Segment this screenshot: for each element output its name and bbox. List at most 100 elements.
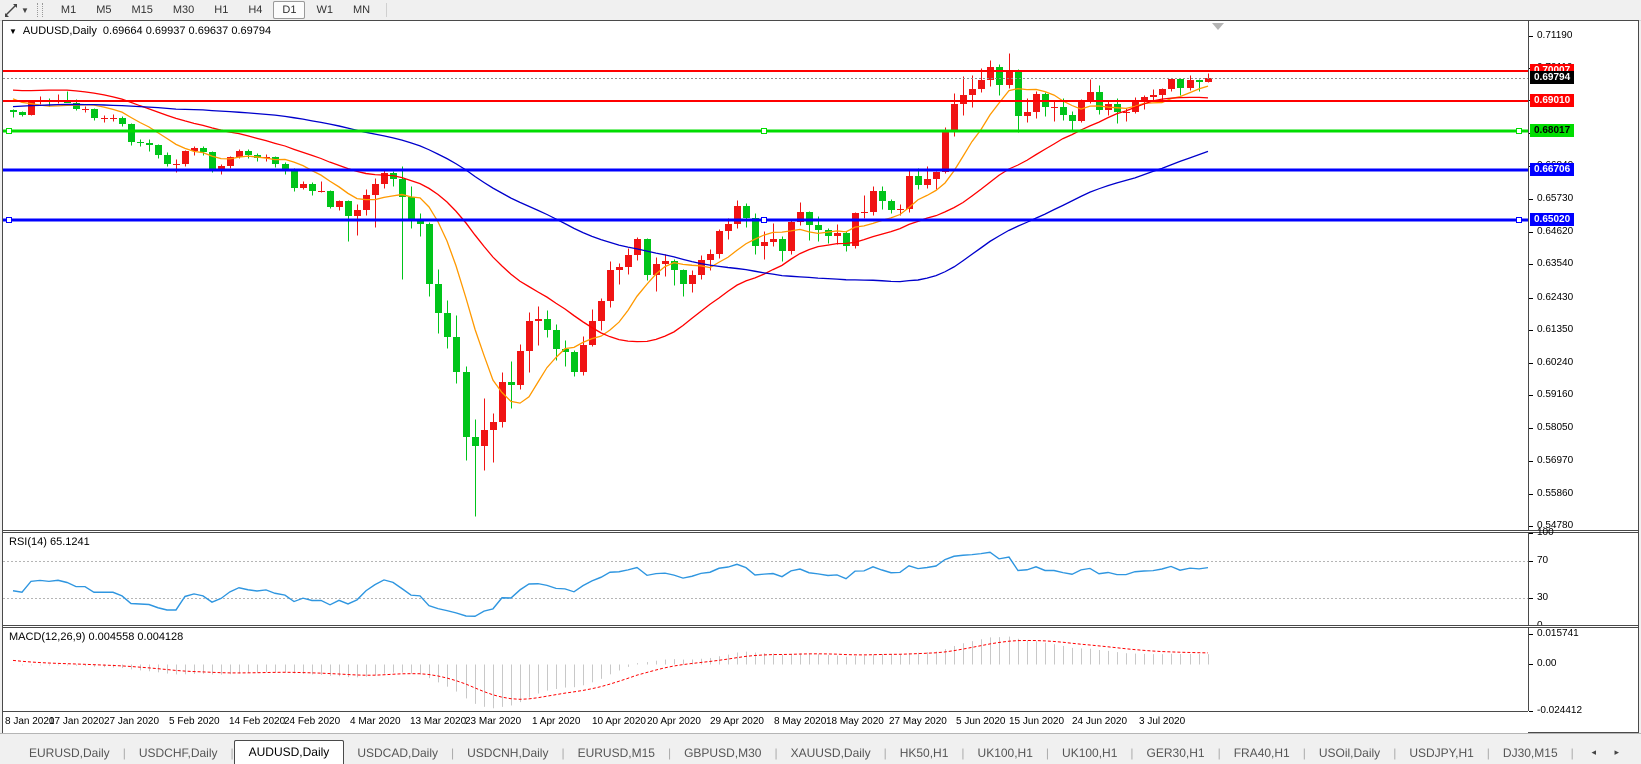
chart-tab-usdchf-daily[interactable]: USDCHF,Daily <box>126 742 231 764</box>
chart-tab-bar: EURUSD,Daily|USDCHF,Daily|AUDUSD,DailyUS… <box>0 733 1641 764</box>
date-tick-label: 23 Mar 2020 <box>465 716 521 727</box>
timeframe-button-h4[interactable]: H4 <box>239 1 271 19</box>
axis-tick-mark <box>1529 298 1533 299</box>
toolbar-grip[interactable] <box>37 3 43 17</box>
axis-tick-mark <box>1529 461 1533 462</box>
chart-ohlc-values: 0.69664 0.69937 0.69637 0.69794 <box>103 25 271 37</box>
timeframe-toolbar: ▼ M1M5M15M30H1H4D1W1MN <box>0 0 1641 21</box>
timeframe-button-m15[interactable]: M15 <box>122 1 161 19</box>
timeframe-button-m1[interactable]: M1 <box>52 1 85 19</box>
date-tick-label: 24 Feb 2020 <box>284 716 340 727</box>
price-tick-label: 0.63540 <box>1537 258 1573 269</box>
axis-tick-mark <box>1529 494 1533 495</box>
date-tick-label: 8 Jan 2020 <box>5 716 55 727</box>
date-tick-label: 27 May 2020 <box>889 716 947 727</box>
chart-tab-gbpusd-m30[interactable]: GBPUSD,M30 <box>671 742 774 764</box>
date-tick-label: 8 May 2020 <box>774 716 826 727</box>
macd-panel-chart[interactable] <box>3 628 1528 711</box>
chart-tab-uk100-h1[interactable]: UK100,H1 <box>1049 742 1130 764</box>
axis-tick-mark <box>1529 561 1533 562</box>
timeframe-button-w1[interactable]: W1 <box>307 1 342 19</box>
price-tick-label: 0.58050 <box>1537 422 1573 433</box>
date-tick-label: 27 Jan 2020 <box>104 716 159 727</box>
chart-tab-usdcnh-daily[interactable]: USDCNH,Daily <box>454 742 561 764</box>
axis-tick-mark <box>1529 634 1533 635</box>
price-tick-label: 0.64620 <box>1537 226 1573 237</box>
price-tick-label: 0.61350 <box>1537 324 1573 335</box>
axis-tick-mark <box>1529 363 1533 364</box>
date-tick-label: 18 May 2020 <box>826 716 884 727</box>
price-tick-label: 0.62430 <box>1537 292 1573 303</box>
rsi-tick-label: 30 <box>1537 592 1548 603</box>
price-badge-0.68017: 0.68017 <box>1530 124 1574 137</box>
axis-tick-mark <box>1529 199 1533 200</box>
timeframe-button-m5[interactable]: M5 <box>87 1 120 19</box>
macd-axis[interactable]: 0.0157410.00-0.024412 <box>1528 628 1639 711</box>
price-tick-label: 0.65730 <box>1537 193 1573 204</box>
chart-shift-marker[interactable] <box>1212 23 1224 30</box>
date-tick-label: 10 Apr 2020 <box>592 716 646 727</box>
rsi-tick-label: 70 <box>1537 555 1548 566</box>
price-badge-0.69010: 0.69010 <box>1530 94 1574 107</box>
rsi-axis[interactable]: 10070300 <box>1528 533 1639 625</box>
axis-tick-mark <box>1529 711 1533 712</box>
date-tick-label: 24 Jun 2020 <box>1072 716 1127 727</box>
price-badge-0.66706: 0.66706 <box>1530 163 1574 176</box>
tab-scroll-arrows[interactable]: ◂ ▸ <box>1591 747 1627 764</box>
crosshair-tool-icon[interactable] <box>3 3 20 18</box>
date-tick-label: 14 Feb 2020 <box>229 716 285 727</box>
price-tick-label: 0.60240 <box>1537 357 1573 368</box>
rsi-indicator-label: RSI(14) 65.1241 <box>9 536 90 548</box>
tool-dropdown-caret-icon[interactable]: ▼ <box>21 6 29 15</box>
price-tick-label: 0.55860 <box>1537 488 1573 499</box>
macd-tick-label: 0.00 <box>1537 658 1556 669</box>
axis-tick-mark <box>1529 598 1533 599</box>
chart-window: ▼ AUDUSD,Daily 0.69664 0.69937 0.69637 0… <box>2 20 1639 733</box>
date-tick-label: 29 Apr 2020 <box>710 716 764 727</box>
chart-symbol-label: AUDUSD,Daily <box>23 25 97 37</box>
chart-tab-dj30-m15[interactable]: DJ30,M15 <box>1490 742 1571 764</box>
macd-tick-label: -0.024412 <box>1537 705 1582 716</box>
timeframe-button-mn[interactable]: MN <box>344 1 379 19</box>
timeframe-button-h1[interactable]: H1 <box>205 1 237 19</box>
chart-tab-ger30-h1[interactable]: GER30,H1 <box>1134 742 1218 764</box>
chart-tab-usdjpy-h1[interactable]: USDJPY,H1 <box>1396 742 1486 764</box>
axis-tick-mark <box>1529 664 1533 665</box>
price-tick-label: 0.71190 <box>1537 30 1572 41</box>
date-tick-label: 13 Mar 2020 <box>410 716 466 727</box>
price-badge-0.69794: 0.69794 <box>1530 71 1574 84</box>
axis-tick-mark <box>1529 526 1533 527</box>
timeframe-button-d1[interactable]: D1 <box>273 1 305 19</box>
date-tick-label: 3 Jul 2020 <box>1139 716 1185 727</box>
axis-tick-mark <box>1529 533 1533 534</box>
date-tick-label: 4 Mar 2020 <box>350 716 401 727</box>
chart-tab-xauusd-daily[interactable]: XAUUSD,Daily <box>778 742 884 764</box>
chart-title: ▼ AUDUSD,Daily 0.69664 0.69937 0.69637 0… <box>9 25 271 37</box>
date-tick-label: 17 Jan 2020 <box>49 716 104 727</box>
chart-tab-usoil-daily[interactable]: USOil,Daily <box>1306 742 1393 764</box>
collapse-caret-icon[interactable]: ▼ <box>9 27 17 36</box>
axis-tick-mark <box>1529 395 1533 396</box>
rsi-tick-label: 100 <box>1537 527 1554 538</box>
rsi-panel-chart[interactable] <box>3 533 1528 625</box>
date-tick-label: 20 Apr 2020 <box>647 716 701 727</box>
chart-tab-fra40-h1[interactable]: FRA40,H1 <box>1221 742 1303 764</box>
tab-separator: | <box>1571 746 1574 764</box>
date-tick-label: 5 Feb 2020 <box>169 716 220 727</box>
date-tick-label: 1 Apr 2020 <box>532 716 580 727</box>
date-axis[interactable]: 8 Jan 202017 Jan 202027 Jan 2020 5 Feb 20… <box>3 711 1528 734</box>
price-axis[interactable]: 0.711900.701100.690300.679500.668400.657… <box>1528 21 1639 530</box>
axis-tick-mark <box>1529 330 1533 331</box>
axis-tick-mark <box>1529 264 1533 265</box>
mt4-terminal: ▼ M1M5M15M30H1H4D1W1MN ▼ AUDUSD,Daily 0.… <box>0 0 1641 764</box>
chart-tab-usdcad-daily[interactable]: USDCAD,Daily <box>344 742 451 764</box>
chart-tab-eurusd-daily[interactable]: EURUSD,Daily <box>16 742 123 764</box>
chart-tab-hk50-h1[interactable]: HK50,H1 <box>887 742 962 764</box>
price-tick-label: 0.56970 <box>1537 455 1573 466</box>
axis-tick-mark <box>1529 232 1533 233</box>
chart-tab-audusd-daily[interactable]: AUDUSD,Daily <box>234 740 345 764</box>
main-price-chart[interactable] <box>3 21 1528 530</box>
timeframe-button-m30[interactable]: M30 <box>164 1 203 19</box>
chart-tab-uk100-h1[interactable]: UK100,H1 <box>965 742 1046 764</box>
chart-tab-eurusd-m15[interactable]: EURUSD,M15 <box>565 742 668 764</box>
